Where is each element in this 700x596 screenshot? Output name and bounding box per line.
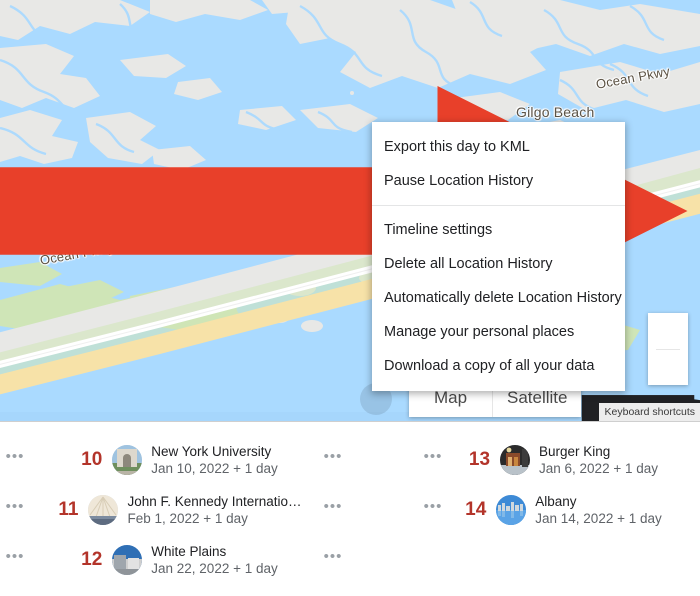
row-overflow-right[interactable]: •••: [316, 449, 350, 468]
place-date: Jan 6, 2022 + 1 day: [539, 460, 658, 476]
building-photo-icon: [112, 545, 143, 575]
avatar: [88, 495, 119, 525]
row-overflow-left[interactable]: •••: [0, 549, 30, 568]
skyline-photo-icon: [496, 495, 527, 525]
row-index: 13: [468, 449, 491, 470]
place-date: Jan 10, 2022 + 1 day: [151, 460, 278, 476]
menu-divider: [372, 205, 625, 206]
row-index: 10: [81, 449, 103, 470]
row-overflow-right[interactable]: •••: [316, 549, 350, 568]
row-overflow-right[interactable]: •••: [316, 499, 350, 518]
places-list-right-column: ••• 13 Burger King Jan 6, 2022 + 1 day •…: [350, 435, 700, 535]
place-name: Burger King: [539, 443, 611, 459]
places-list: ••• 10 New York University Jan 10, 2022 …: [0, 423, 700, 596]
menu-item-pause-location-history[interactable]: Pause Location History: [372, 164, 625, 198]
menu-item-download-copy-of-data[interactable]: Download a copy of all your data: [372, 349, 625, 383]
row-index: 11: [58, 499, 79, 520]
menu-item-manage-personal-places[interactable]: Manage your personal places: [372, 315, 625, 349]
row-overflow-left[interactable]: •••: [0, 499, 30, 518]
place-name: John F. Kennedy Internatio…: [127, 493, 302, 509]
map-zoom-controls[interactable]: [648, 313, 688, 385]
menu-item-export-kml[interactable]: Export this day to KML: [372, 130, 625, 164]
row-meta: New York University Jan 10, 2022 + 1 day: [151, 444, 316, 477]
row-overflow-left[interactable]: •••: [0, 449, 30, 468]
place-date: Jan 22, 2022 + 1 day: [151, 560, 278, 576]
timeline-app: Gilgo Beach Ocean Pkwy Ocean Pkwy Ocean …: [0, 0, 700, 596]
trash-icon[interactable]: [288, 383, 695, 421]
arch-photo-icon: [112, 445, 143, 475]
list-item[interactable]: ••• 14 Albany Jan 14, 2022 + 1 day: [350, 485, 700, 535]
airport-photo-icon: [88, 495, 119, 525]
row-overflow-left[interactable]: •••: [418, 449, 448, 468]
row-overflow-left[interactable]: •••: [418, 499, 448, 518]
list-item[interactable]: ••• 12 White Plains Jan 22, 2022 + 1 day: [0, 535, 350, 585]
row-meta: John F. Kennedy Internatio… Feb 1, 2022 …: [127, 494, 316, 527]
place-name: New York University: [151, 443, 272, 459]
list-item[interactable]: ••• 10 New York University Jan 10, 2022 …: [0, 435, 350, 485]
restaurant-photo-icon: [500, 445, 531, 475]
row-index: 12: [81, 549, 103, 570]
keyboard-shortcuts-button[interactable]: Keyboard shortcuts: [598, 403, 700, 421]
avatar: [496, 495, 527, 525]
menu-item-timeline-settings[interactable]: Timeline settings: [372, 213, 625, 247]
menu-item-auto-delete-location-history[interactable]: Automatically delete Location History: [372, 281, 625, 315]
place-date: Feb 1, 2022 + 1 day: [127, 510, 248, 526]
zoom-in-button[interactable]: [648, 313, 688, 349]
list-item[interactable]: ••• 11 John F. Kennedy Internatio… Feb 1…: [0, 485, 350, 535]
menu-item-delete-all-location-history[interactable]: Delete all Location History: [372, 247, 625, 281]
avatar: [112, 545, 143, 575]
zoom-out-button[interactable]: [648, 349, 688, 385]
place-name: White Plains: [151, 543, 227, 559]
place-name: Albany: [535, 493, 577, 509]
avatar: [112, 445, 143, 475]
help-icon[interactable]: ?: [324, 383, 700, 421]
places-list-left-column: ••• 10 New York University Jan 10, 2022 …: [0, 435, 350, 585]
list-item[interactable]: ••• 13 Burger King Jan 6, 2022 + 1 day: [350, 435, 700, 485]
row-meta: White Plains Jan 22, 2022 + 1 day: [151, 544, 316, 577]
place-date: Jan 14, 2022 + 1 day: [535, 510, 662, 526]
row-index: 14: [465, 499, 487, 520]
avatar: [500, 445, 531, 475]
row-meta: Albany Jan 14, 2022 + 1 day: [535, 494, 666, 527]
settings-context-menu[interactable]: Export this day to KML Pause Location Hi…: [372, 122, 625, 391]
row-meta: Burger King Jan 6, 2022 + 1 day: [539, 444, 666, 477]
